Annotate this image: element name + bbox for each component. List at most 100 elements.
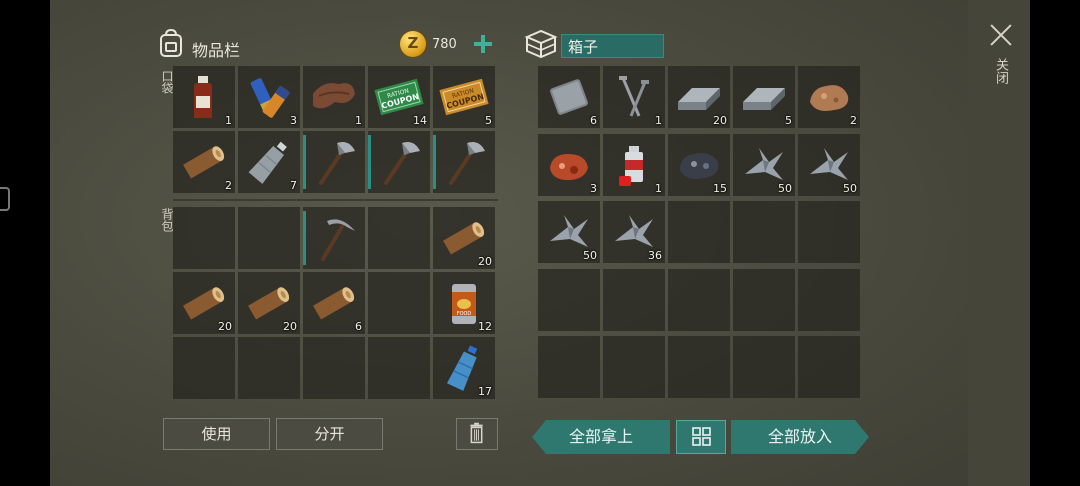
box-slot[interactable]: 36 xyxy=(603,201,665,264)
item-quantity: 50 xyxy=(778,181,792,195)
box-slot[interactable] xyxy=(798,268,860,331)
pocket-slot[interactable] xyxy=(368,131,430,193)
backpack-grid: 20 20 20 6 FOOD 12 17 xyxy=(173,207,495,399)
box-slot[interactable] xyxy=(538,336,600,399)
take-all-button[interactable]: 全部拿上 xyxy=(532,420,670,454)
item-quantity: 2 xyxy=(850,114,857,127)
box-slot[interactable] xyxy=(733,268,795,331)
batteries-icon xyxy=(250,78,291,118)
box-slot[interactable]: 50 xyxy=(538,201,600,264)
backpack-slot[interactable] xyxy=(173,337,235,399)
inventory-title: 物品栏 xyxy=(192,41,241,60)
copper-ore-icon xyxy=(810,85,849,111)
pocket-slot[interactable] xyxy=(433,131,495,193)
backpack-slot[interactable] xyxy=(173,207,235,269)
leather-icon xyxy=(313,83,355,109)
log-icon xyxy=(183,146,225,179)
alcohol-bottle-icon xyxy=(194,76,212,118)
box-slot[interactable]: 1 xyxy=(603,133,665,196)
spray-paint-icon xyxy=(619,145,643,186)
box-slot[interactable] xyxy=(798,201,860,264)
backpack-slot[interactable] xyxy=(303,207,365,269)
box-slot[interactable] xyxy=(603,336,665,399)
box-slot[interactable]: 6 xyxy=(538,66,600,128)
backpack-slot[interactable]: 6 xyxy=(303,272,365,334)
log-icon xyxy=(313,287,355,320)
durability-bar xyxy=(433,135,436,189)
backpack-slot[interactable]: 20 xyxy=(433,207,495,269)
item-quantity: 15 xyxy=(713,181,727,195)
box-slot[interactable]: 15 xyxy=(668,133,730,196)
hatchet-icon xyxy=(384,142,420,185)
sort-button[interactable] xyxy=(676,420,726,454)
box-slot[interactable] xyxy=(538,268,600,331)
backpack-slot[interactable] xyxy=(368,272,430,334)
item-quantity: 6 xyxy=(590,114,597,127)
box-slot[interactable] xyxy=(733,336,795,399)
pocket-slot[interactable]: RATION COUPON 14 xyxy=(368,66,430,128)
item-label-text: FOOD xyxy=(457,311,472,317)
backpack-slot[interactable]: 20 xyxy=(173,272,235,334)
add-coins-button[interactable] xyxy=(472,33,494,55)
item-quantity: 36 xyxy=(648,249,662,263)
pocket-slot[interactable]: RATION COUPON 5 xyxy=(433,66,495,128)
close-icon[interactable] xyxy=(988,22,1014,48)
item-quantity: 3 xyxy=(290,114,297,127)
item-quantity: 3 xyxy=(590,181,597,195)
box-slot[interactable] xyxy=(798,336,860,399)
pocket-slot[interactable] xyxy=(303,131,365,193)
backpack-slot[interactable] xyxy=(368,207,430,269)
box-slot[interactable]: 5 xyxy=(733,66,795,128)
box-slot[interactable]: 3 xyxy=(538,133,600,196)
item-quantity: 1 xyxy=(655,114,662,127)
pockets-grid: 1 3 1 RATION COUPON 14 RATION COUPON 5 2 7 xyxy=(173,66,495,193)
trash-button[interactable] xyxy=(456,418,498,450)
inventory-divider xyxy=(173,199,498,201)
backpack-slot[interactable] xyxy=(368,337,430,399)
box-grid: 6 1 20 5 2 3 1 15 50 50 50 36 xyxy=(538,66,860,401)
box-slot[interactable]: 2 xyxy=(798,66,860,128)
item-quantity: 14 xyxy=(413,114,427,127)
sort-grid-icon xyxy=(692,427,711,446)
pocket-slot[interactable]: 1 xyxy=(173,66,235,128)
pocket-slot[interactable]: 2 xyxy=(173,131,235,193)
item-quantity: 50 xyxy=(583,249,597,263)
box-slot[interactable] xyxy=(668,201,730,264)
item-quantity: 12 xyxy=(478,320,492,333)
item-quantity: 20 xyxy=(218,320,232,333)
backpack-slot[interactable] xyxy=(238,207,300,269)
item-quantity: 5 xyxy=(485,114,492,127)
coin-icon: Z xyxy=(400,31,426,57)
box-icon xyxy=(524,29,558,59)
box-slot[interactable] xyxy=(603,268,665,331)
coin-balance: 780 xyxy=(432,37,457,52)
item-quantity: 20 xyxy=(478,255,492,268)
pocket-slot[interactable]: 1 xyxy=(303,66,365,128)
split-button[interactable]: 分开 xyxy=(276,418,383,450)
pocket-slot[interactable]: 3 xyxy=(238,66,300,128)
box-slot[interactable]: 20 xyxy=(668,66,730,128)
item-quantity: 2 xyxy=(225,179,232,192)
backpack-slot[interactable]: 17 xyxy=(433,337,495,399)
pocket-slot[interactable]: 7 xyxy=(238,131,300,193)
raw-meat-icon xyxy=(550,153,588,180)
box-slot[interactable] xyxy=(733,201,795,264)
backpack-slot[interactable]: 20 xyxy=(238,272,300,334)
hatchet-icon xyxy=(449,142,485,185)
backpack-slot[interactable]: FOOD 12 xyxy=(433,272,495,334)
box-slot[interactable] xyxy=(668,336,730,399)
box-slot[interactable]: 1 xyxy=(603,66,665,128)
screen-edge xyxy=(1030,0,1080,486)
backpack-slot[interactable] xyxy=(303,337,365,399)
box-slot[interactable]: 50 xyxy=(798,133,860,196)
backpack-slot[interactable] xyxy=(238,337,300,399)
iron-bar-icon xyxy=(743,88,785,110)
box-slot[interactable] xyxy=(668,268,730,331)
box-name-field[interactable]: 箱子 xyxy=(561,34,664,58)
hatchet-icon xyxy=(319,142,355,185)
put-all-button[interactable]: 全部放入 xyxy=(731,420,869,454)
use-button[interactable]: 使用 xyxy=(163,418,270,450)
pickaxe-icon xyxy=(321,219,355,261)
metal-plate-icon xyxy=(550,79,588,115)
box-slot[interactable]: 50 xyxy=(733,133,795,196)
